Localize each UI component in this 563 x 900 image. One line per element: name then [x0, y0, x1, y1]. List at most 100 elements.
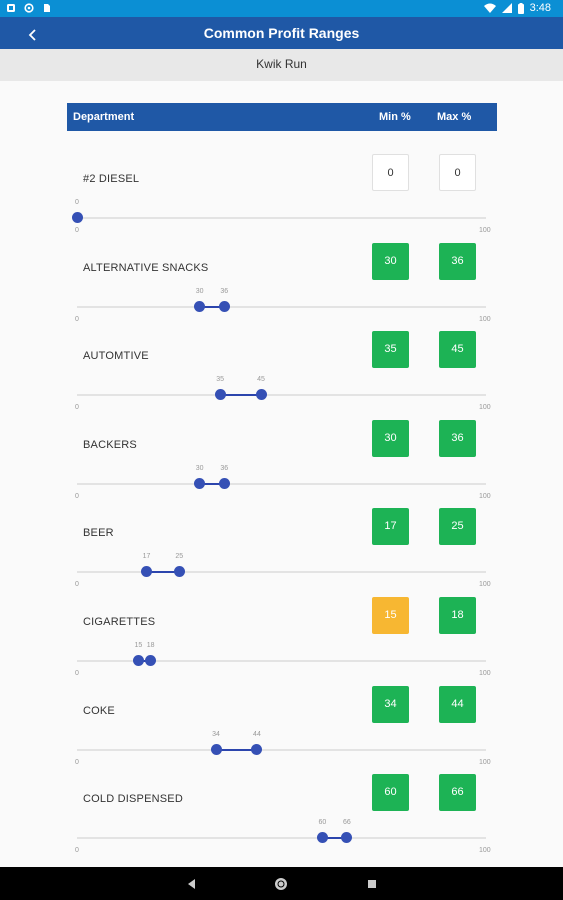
page-title: Common Profit Ranges [203, 25, 360, 41]
status-left-icons [6, 3, 52, 13]
high-handle-label: 36 [220, 464, 229, 472]
high-handle-label: 36 [220, 287, 229, 295]
slider-min-tick: 0 [75, 315, 79, 323]
max-percent-field[interactable]: 44 [439, 685, 476, 723]
high-handle[interactable] [173, 566, 185, 578]
max-percent-field[interactable]: 0 [439, 154, 476, 191]
slider-min-tick: 0 [75, 670, 79, 677]
high-handle[interactable] [218, 300, 230, 312]
high-handle[interactable] [341, 832, 353, 844]
home-circle-icon[interactable] [272, 875, 290, 893]
slider-max-tick: 100 [479, 315, 491, 323]
department-name: BACKERS [83, 438, 137, 451]
high-handle[interactable] [251, 743, 263, 755]
back-triangle-icon[interactable] [183, 875, 201, 893]
min-percent-field[interactable]: 0 [372, 154, 409, 191]
range-slider-track[interactable]: 0 [71, 199, 486, 223]
low-handle[interactable] [132, 655, 144, 666]
high-handle-label: 66 [343, 819, 351, 827]
min-percent-field[interactable]: 17 [372, 508, 409, 546]
min-percent-field[interactable]: 30 [372, 419, 409, 457]
high-handle-label: 45 [257, 376, 265, 384]
min-percent-field[interactable]: 60 [372, 774, 409, 812]
department-name: COKE [83, 704, 115, 717]
max-percent-field[interactable]: 25 [439, 508, 476, 546]
department-name: COLD DISPENSED [83, 793, 183, 806]
battery-icon [517, 2, 524, 14]
range-slider-track[interactable]: 15 18 [77, 642, 486, 666]
low-handle[interactable] [316, 832, 328, 844]
slider-max-tick: 100 [479, 847, 491, 855]
recents-square-icon[interactable] [363, 875, 381, 893]
slider-max-tick: 100 [479, 581, 491, 589]
department-row: ALTERNATIVE SNACKS 30 36 30 36 0 100 [0, 239, 563, 328]
max-percent-field[interactable]: 66 [439, 774, 476, 812]
department-row: #2 DIESEL 0 0 0 0 100 [0, 150, 563, 239]
min-percent-field[interactable]: 30 [372, 242, 409, 280]
slider-min-tick: 0 [75, 404, 79, 412]
sim-icon [44, 4, 50, 12]
low-handle-label: 0 [75, 199, 79, 206]
low-handle[interactable] [194, 300, 206, 312]
low-handle[interactable] [71, 212, 83, 223]
low-handle[interactable] [141, 566, 153, 578]
max-percent-field[interactable]: 36 [439, 242, 476, 280]
column-header-min: Min % [379, 111, 411, 123]
min-percent-field[interactable]: 15 [372, 597, 409, 634]
status-right: 3:48 [483, 2, 551, 14]
range-slider-track[interactable]: 34 44 [77, 731, 486, 755]
department-name: BEER [83, 527, 114, 540]
max-percent-field[interactable]: 36 [439, 419, 476, 457]
slider-min-tick: 0 [75, 758, 79, 766]
table-header: Department Min % Max % [67, 103, 497, 131]
slider-max-tick: 100 [479, 492, 491, 500]
store-name: Kwik Run [0, 49, 563, 81]
low-handle-label: 60 [318, 819, 327, 827]
range-slider-track[interactable]: 60 66 [77, 819, 486, 844]
column-header-department: Department [73, 111, 135, 123]
notification-icon [7, 4, 15, 12]
range-selection [220, 394, 262, 397]
department-name: CIGARETTES [83, 616, 156, 628]
status-time: 3:48 [529, 2, 551, 14]
signal-icon [501, 3, 512, 13]
min-percent-field[interactable]: 34 [372, 685, 409, 723]
sync-icon [24, 3, 34, 13]
high-handle-label: 44 [253, 730, 261, 738]
low-handle[interactable] [194, 477, 206, 489]
max-percent-field[interactable]: 45 [439, 331, 476, 369]
department-row: CIGARETTES 15 18 15 18 0 100 [0, 593, 563, 682]
low-handle-label: 17 [142, 553, 151, 561]
department-name: AUTOMTIVE [83, 350, 149, 363]
department-row: COLD DISPENSED 60 66 60 66 0 100 [0, 770, 563, 859]
department-name: ALTERNATIVE SNACKS [83, 261, 209, 274]
low-handle-label: 30 [195, 287, 204, 295]
low-handle-label: 15 [134, 642, 143, 649]
range-slider-track[interactable]: 30 36 [77, 465, 486, 489]
department-row: AUTOMTIVE 35 45 35 45 0 100 [0, 327, 563, 416]
column-header-max: Max % [437, 111, 472, 123]
high-handle[interactable] [145, 655, 157, 666]
low-handle[interactable] [214, 389, 226, 401]
high-handle[interactable] [218, 477, 230, 489]
high-handle-label: 18 [146, 642, 155, 649]
slider-max-tick: 100 [479, 758, 491, 766]
range-slider-track[interactable]: 30 36 [77, 288, 486, 312]
max-percent-field[interactable]: 18 [439, 597, 476, 634]
status-bar: 3:48 [0, 0, 563, 17]
min-percent-field[interactable]: 35 [372, 331, 409, 369]
slider-max-tick: 100 [479, 404, 491, 412]
slider-min-tick: 0 [75, 227, 79, 234]
range-slider-track[interactable]: 35 45 [77, 376, 486, 401]
slider-min-tick: 0 [75, 847, 79, 855]
slider-max-tick: 100 [479, 670, 491, 677]
range-slider-track[interactable]: 17 25 [77, 553, 486, 578]
department-row: COKE 34 44 34 44 0 100 [0, 682, 563, 771]
navigation-bar [0, 867, 563, 900]
slider-max-tick: 100 [479, 227, 491, 234]
high-handle[interactable] [255, 389, 267, 401]
app-bar: Common Profit Ranges [0, 17, 563, 49]
slider-min-tick: 0 [75, 492, 79, 500]
wifi-icon [483, 3, 496, 13]
low-handle[interactable] [210, 743, 222, 755]
